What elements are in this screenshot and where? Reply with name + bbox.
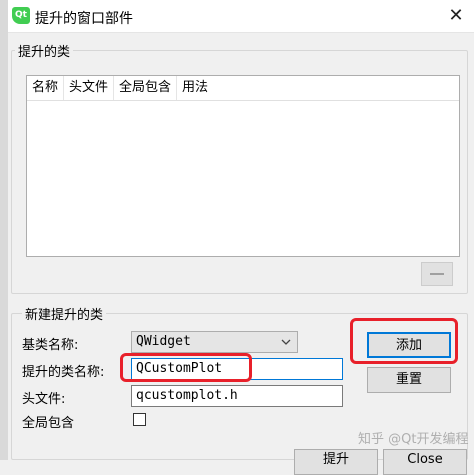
column-header-name[interactable]: 名称	[27, 76, 65, 100]
chevron-down-icon	[281, 339, 291, 345]
window-title: 提升的窗口部件	[35, 11, 133, 27]
title-bar: Qt 提升的窗口部件 ✕	[8, 0, 474, 33]
minus-icon	[430, 273, 444, 275]
global-include-label: 全局包含	[22, 416, 75, 431]
class-name-label: 提升的类名称:	[22, 365, 105, 380]
table-header: 名称 头文件 全局包含 用法	[27, 76, 459, 101]
column-header-header-file[interactable]: 头文件	[64, 76, 115, 100]
watermark: 知乎 @Qt开发编程	[358, 432, 469, 447]
global-include-checkbox[interactable]	[133, 413, 146, 426]
remove-class-button[interactable]	[421, 262, 453, 286]
close-icon: ✕	[448, 5, 464, 26]
close-button[interactable]: Close	[383, 449, 467, 475]
class-name-input[interactable]: QCustomPlot	[131, 358, 343, 380]
header-file-label: 头文件:	[22, 392, 66, 407]
new-promoted-class-title: 新建提升的类	[22, 304, 107, 323]
promoted-classes-title: 提升的类	[15, 41, 74, 60]
promote-button[interactable]: 提升	[294, 449, 378, 475]
promoted-classes-table[interactable]: 名称 头文件 全局包含 用法	[26, 75, 460, 257]
base-class-value: QWidget	[136, 334, 191, 349]
base-class-combo[interactable]: QWidget	[131, 331, 298, 353]
window-close-button[interactable]: ✕	[438, 0, 474, 31]
qt-logo-icon: Qt	[12, 7, 30, 24]
header-file-input[interactable]: qcustomplot.h	[131, 385, 343, 407]
column-header-usage[interactable]: 用法	[177, 76, 213, 100]
reset-button[interactable]: 重置	[367, 367, 451, 393]
column-header-global-include[interactable]: 全局包含	[114, 76, 178, 100]
add-button[interactable]: 添加	[367, 332, 451, 358]
base-class-label: 基类名称:	[22, 338, 79, 353]
